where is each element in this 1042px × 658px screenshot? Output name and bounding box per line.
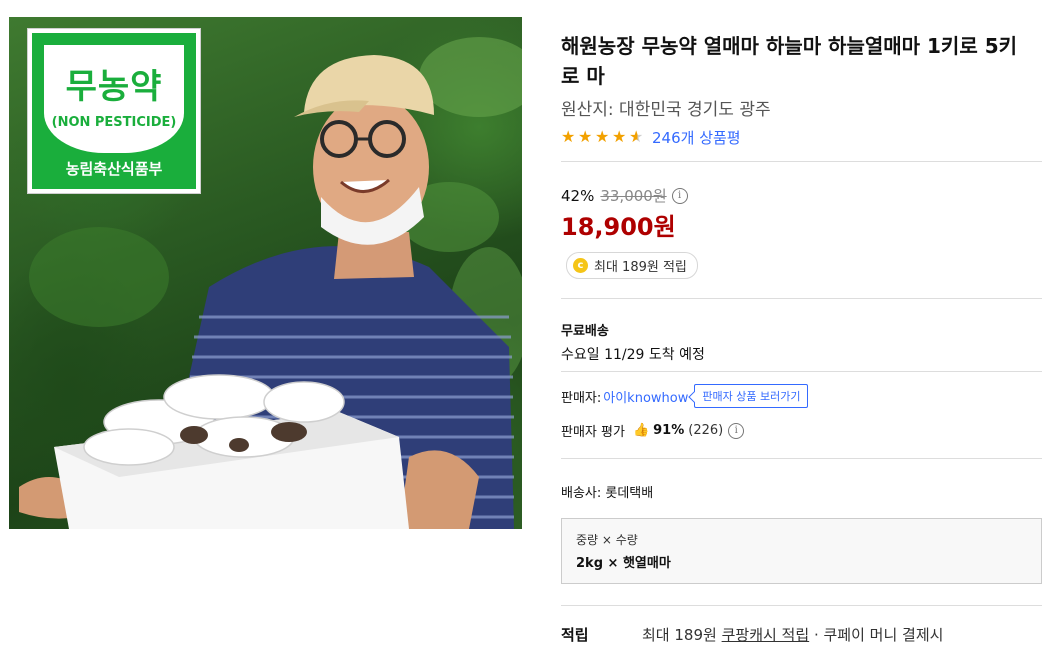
shipping-title: 무료배송 bbox=[561, 324, 609, 339]
option-labels: 중량 × 수량 bbox=[576, 533, 638, 547]
badge-footer: 농림축산식품부 bbox=[65, 160, 163, 178]
seller-rating-count: (226) bbox=[688, 423, 724, 438]
discount-rate: 42% bbox=[561, 186, 595, 205]
cashback-section: 적립 최대 189원 쿠팡캐시 적립 · 쿠페이 머니 결제시 bbox=[561, 624, 943, 645]
seller-label: 판매자: bbox=[561, 390, 602, 406]
star-icon: ★ bbox=[612, 127, 627, 146]
coin-icon: c bbox=[573, 258, 588, 273]
seller-row: 판매자: 아이knowhow 판매자 상품 보러가기 bbox=[561, 384, 809, 408]
sale-price: 18,900원 bbox=[561, 213, 676, 241]
product-origin: 원산지: 대한민국 경기도 광주 bbox=[561, 100, 771, 120]
rating-row: ★ ★ ★ ★ ★ 246개 상품평 bbox=[561, 126, 741, 148]
seller-rating-row: 판매자 평가 👍 91% (226) i bbox=[561, 421, 745, 440]
product-title: 해원농장 무농약 열매마 하늘마 하늘열매마 1키로 5키로 마 bbox=[561, 34, 1018, 88]
cashback-text: 최대 189원 쿠팡캐시 적립 · 쿠페이 머니 결제시 bbox=[642, 624, 943, 645]
divider bbox=[561, 458, 1042, 459]
product-info-panel: 해원농장 무농약 열매마 하늘마 하늘열매마 1키로 5키로 마 원산지: 대한… bbox=[561, 0, 1042, 658]
badge-background: 무농약 (NON PESTICIDE) 농림축산식품부 bbox=[32, 33, 196, 189]
delivery-carrier: 배송사: 롯데택배 bbox=[561, 486, 654, 501]
seller-rating-percent: 91% bbox=[653, 423, 685, 438]
original-price: 33,000원 bbox=[600, 187, 667, 205]
badge-shield: 무농약 (NON PESTICIDE) bbox=[44, 45, 184, 153]
option-selector[interactable]: 중량 × 수량 2kg × 햇열매마 bbox=[561, 518, 1042, 584]
star-icon: ★ bbox=[595, 127, 610, 146]
delivery-eta: 수요일 11/29 도착 예정 bbox=[561, 347, 705, 363]
divider bbox=[561, 605, 1042, 606]
cashback-prefix: 최대 189원 bbox=[642, 626, 717, 644]
badge-subtitle: (NON PESTICIDE) bbox=[51, 115, 177, 130]
non-pesticide-badge: 무농약 (NON PESTICIDE) 농림축산식품부 bbox=[27, 28, 201, 194]
info-icon[interactable]: i bbox=[671, 187, 688, 204]
info-icon[interactable]: i bbox=[728, 422, 745, 439]
option-value: 2kg × 햇열매마 bbox=[576, 556, 671, 571]
product-image[interactable]: 무농약 (NON PESTICIDE) 농림축산식품부 bbox=[9, 17, 522, 529]
price-row: 42% 33,000원 i bbox=[561, 185, 688, 206]
seller-rating-label: 판매자 평가 bbox=[561, 425, 625, 440]
seller-name-link[interactable]: 아이knowhow bbox=[603, 387, 688, 406]
cash-reward-badge: c 최대 189원 적립 bbox=[566, 252, 698, 279]
divider bbox=[561, 371, 1042, 372]
half-star-icon: ★ bbox=[629, 128, 646, 146]
review-count-link[interactable]: 246개 상품평 bbox=[652, 127, 741, 148]
cashback-label: 적립 bbox=[561, 626, 589, 644]
coupang-cash-link[interactable]: 쿠팡캐시 적립 bbox=[722, 626, 810, 644]
divider bbox=[561, 298, 1042, 299]
thumbs-up-icon: 👍 bbox=[632, 423, 650, 438]
star-icon: ★ bbox=[561, 127, 576, 146]
cash-reward-label: 최대 189원 적립 bbox=[594, 260, 687, 275]
seller-products-button[interactable]: 판매자 상품 보러가기 bbox=[694, 384, 809, 408]
divider bbox=[561, 161, 1042, 162]
star-icon: ★ bbox=[578, 127, 593, 146]
badge-title: 무농약 bbox=[65, 67, 163, 107]
star-rating: ★ ★ ★ ★ ★ bbox=[561, 128, 646, 146]
cashback-suffix: · 쿠페이 머니 결제시 bbox=[813, 626, 944, 644]
